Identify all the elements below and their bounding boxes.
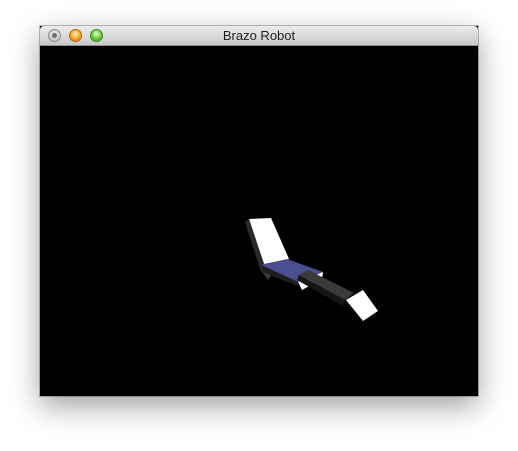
title-bar[interactable]: Brazo Robot — [40, 26, 478, 46]
window-title: Brazo Robot — [222, 28, 296, 43]
app-window: Brazo Robot — [40, 26, 478, 396]
opengl-viewport[interactable] — [40, 46, 478, 396]
robot-arm-scene — [245, 218, 378, 321]
